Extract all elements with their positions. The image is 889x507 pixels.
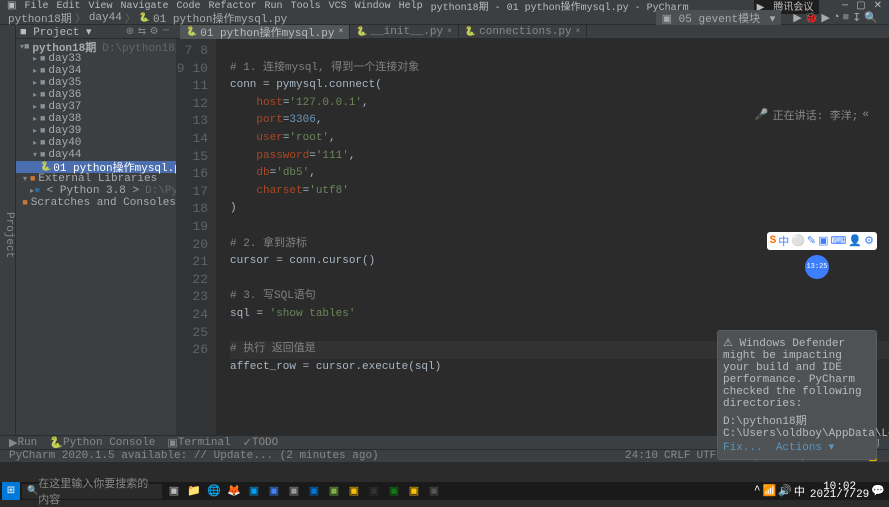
menu-window[interactable]: Window	[352, 1, 394, 12]
windows-taskbar: ⊞ 🔍 在这里输入你要搜索的内容 ▣ 📁 🌐 🦊 ▣ ▣ ▣ ▣ ▣ ▣ ▣ ▣…	[0, 482, 889, 500]
fix-link[interactable]: Fix...	[723, 442, 763, 454]
taskbar-app[interactable]: ▣	[244, 482, 264, 500]
run-config-dropdown[interactable]: ▣ 05 gevent模块 ▾	[656, 10, 782, 26]
tree-folder[interactable]: ▸■day37	[16, 101, 176, 113]
left-tool-strip[interactable]: Project	[0, 25, 16, 435]
tree-file-selected[interactable]: 🐍01 python操作mysql.py	[16, 161, 176, 173]
coverage-button[interactable]: ▶	[821, 11, 829, 25]
run-button[interactable]: ▶	[793, 11, 801, 25]
taskbar-search[interactable]: 🔍 在这里输入你要搜索的内容	[22, 484, 162, 499]
task-view-icon[interactable]: ▣	[164, 482, 184, 500]
taskbar-app[interactable]: ▣	[424, 482, 444, 500]
ime-toolbar[interactable]: S中⚪✎▣⌨👤⚙	[767, 232, 877, 250]
project-hide-icon[interactable]: ─	[160, 26, 172, 37]
taskbar-app[interactable]: 📁	[184, 482, 204, 500]
taskbar-app[interactable]: ▣	[404, 482, 424, 500]
voice-bar[interactable]: 🎤正在讲话: 李洋;«	[745, 105, 879, 125]
menu-help[interactable]: Help	[396, 1, 426, 12]
window-title: python18期 - 01 python操作mysql.py - PyChar…	[428, 0, 692, 14]
breadcrumb-folder[interactable]: day44	[89, 12, 122, 24]
taskbar-app[interactable]: ▣	[304, 482, 324, 500]
tab-close-icon[interactable]: ×	[338, 27, 343, 36]
tree-folder[interactable]: ▸■day38	[16, 113, 176, 125]
search-icon[interactable]: 🔍	[864, 11, 878, 25]
tree-folder[interactable]: ▸■day35	[16, 77, 176, 89]
tab-python-console[interactable]: 🐍 Python Console	[44, 436, 160, 450]
notifications-icon[interactable]: 💬	[871, 484, 885, 498]
actions-link[interactable]: Actions ▾	[776, 442, 834, 454]
editor-tab[interactable]: 🐍connections.py×	[459, 25, 587, 39]
taskbar-app[interactable]: ▣	[344, 482, 364, 500]
mic-icon: 🎤	[755, 108, 769, 122]
floating-timer[interactable]: 13:25	[805, 255, 829, 279]
menu-vcs[interactable]: VCS	[326, 1, 350, 12]
menu-view[interactable]: View	[85, 1, 115, 12]
status-position[interactable]: 24:10	[625, 450, 658, 462]
tree-folder[interactable]: ▸■day36	[16, 89, 176, 101]
line-numbers: 7 8 9 10 11 12 13 14 15 16 17 18 19 20 2…	[176, 39, 216, 435]
tab-close-icon[interactable]: ×	[447, 27, 452, 36]
tree-scratches[interactable]: ■Scratches and Consoles	[16, 197, 176, 209]
editor-tab-active[interactable]: 🐍01 python操作mysql.py×	[180, 25, 350, 39]
project-collapse-icon[interactable]: ⇆	[136, 26, 148, 38]
minimize-button[interactable]: ─	[839, 1, 851, 12]
menu-tools[interactable]: Tools	[288, 1, 324, 12]
project-locate-icon[interactable]: ⊕	[124, 26, 136, 38]
taskbar-clock[interactable]: 10:022021/7/29	[810, 483, 869, 499]
tree-folder[interactable]: ▸■day39	[16, 125, 176, 137]
notification-defender[interactable]: ⚠ Windows Defender might be impacting yo…	[717, 330, 877, 460]
editor-tabbar: 🐍01 python操作mysql.py× 🐍__init__.py× 🐍con…	[176, 25, 889, 39]
tab-terminal[interactable]: ▣ Terminal	[162, 436, 235, 450]
taskbar-app[interactable]: ▣	[264, 482, 284, 500]
editor-tab[interactable]: 🐍__init__.py×	[350, 25, 459, 39]
voice-expand-icon[interactable]: «	[862, 109, 869, 121]
status-line-sep[interactable]: CRLF	[664, 450, 690, 462]
tree-external-libs[interactable]: ▾■External Libraries	[16, 173, 176, 185]
profile-button[interactable]: ◔	[833, 12, 840, 24]
project-panel-title: ■ Project ▾	[20, 25, 92, 39]
debug-button[interactable]: 🐞	[805, 11, 819, 25]
taskbar-app[interactable]: ▣	[364, 482, 384, 500]
taskbar-app[interactable]: 🌐	[204, 482, 224, 500]
stop-button[interactable]: ■	[842, 12, 849, 24]
taskbar-app[interactable]: 🦊	[224, 482, 244, 500]
start-button[interactable]: ⊞	[2, 482, 20, 500]
tree-folder[interactable]: ▸■day34	[16, 65, 176, 77]
system-tray[interactable]: ^📶🔊中 10:022021/7/29 💬	[754, 483, 887, 499]
vcs-update-button[interactable]: ↧	[852, 11, 861, 25]
project-settings-icon[interactable]: ⚙	[148, 26, 160, 38]
taskbar-app[interactable]: ▣	[284, 482, 304, 500]
project-panel: ■ Project ▾ ⊕ ⇆ ⚙ ─ ▾■python18期 D:\pytho…	[16, 25, 176, 435]
project-tool-label[interactable]: Project	[3, 212, 15, 258]
taskbar-app[interactable]: ▣	[384, 482, 404, 500]
python-icon: 🐍	[139, 13, 150, 23]
project-tree[interactable]: ▾■python18期 D:\python18期 ▸■day33 ▸■day34…	[16, 39, 176, 435]
status-message[interactable]: PyCharm 2020.1.5 available: // Update...…	[9, 450, 379, 462]
tree-folder[interactable]: ▸■day40	[16, 137, 176, 149]
tab-todo[interactable]: ✓ TODO	[238, 436, 284, 450]
tree-root[interactable]: ▾■python18期 D:\python18期	[16, 41, 176, 53]
tree-python-env[interactable]: ▸● < Python 3.8 > D:\Python38\python.exe	[16, 185, 176, 197]
tab-close-icon[interactable]: ×	[576, 27, 581, 36]
tab-run[interactable]: ▶ Run	[4, 436, 42, 450]
taskbar-app[interactable]: ▣	[324, 482, 344, 500]
